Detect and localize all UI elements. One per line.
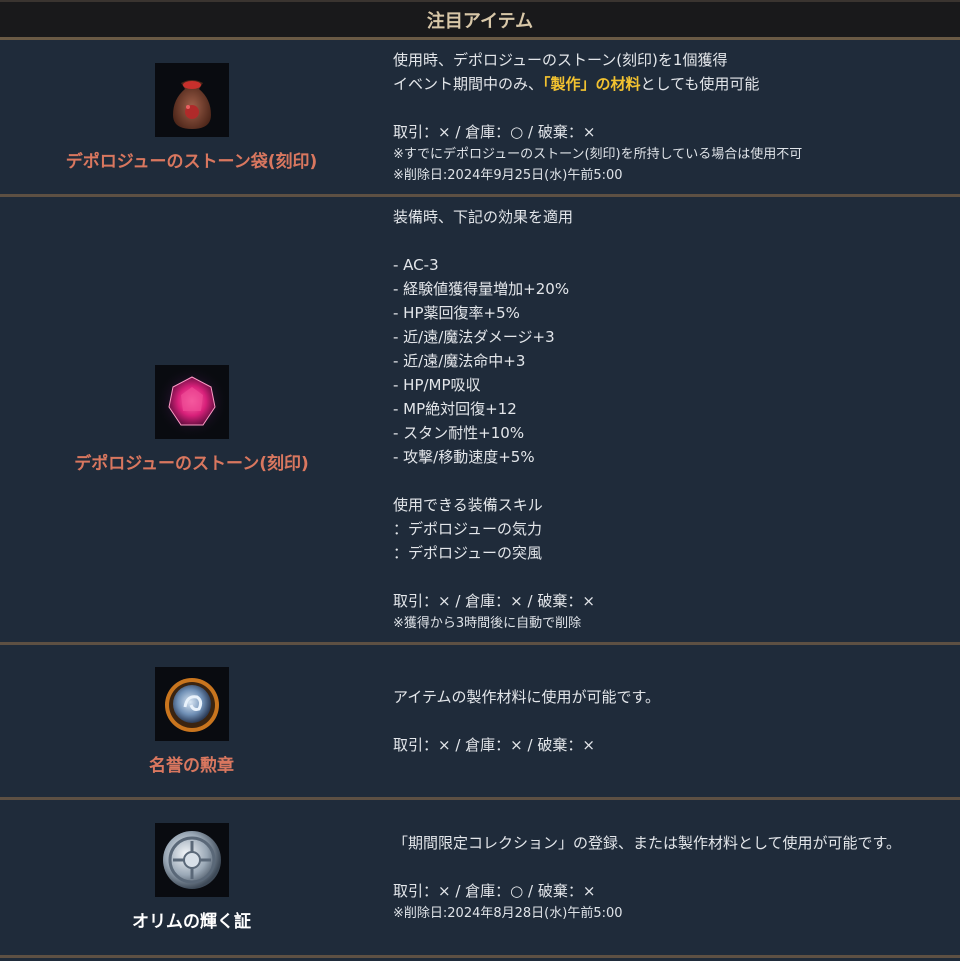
item-description: アイテムの製作材料に使用が可能です。 取引：× / 倉庫：× / 破棄：× [383, 645, 960, 797]
skill-line: ：デポロジューの気力 [393, 520, 542, 538]
effect-line: - 近/遠/魔法命中+3 [393, 352, 526, 370]
item-description: 「期間限定コレクション」の登録、または製作材料として使用が可能です。 取引：× … [383, 800, 960, 955]
effect-line: - 攻撃/移動速度+5% [393, 448, 535, 466]
trade-info: 取引：× / 倉庫：× / 破棄：× [393, 736, 595, 754]
skills-title: 使用できる装備スキル [393, 496, 543, 514]
item-cell: デポロジューのストーン袋(刻印) [0, 40, 383, 194]
coin-icon [154, 823, 229, 897]
item-description: 使用時、デポロジューのストーン(刻印)を1個獲得 イベント期間中のみ、「製作」の… [383, 40, 960, 194]
effect-line: - MP絶対回復+12 [393, 400, 517, 418]
effect-line: - スタン耐性+10% [393, 424, 525, 442]
effect-line: - 経験値獲得量増加+20% [393, 280, 570, 298]
effect-line: - AC-3 [393, 256, 439, 274]
desc-line: 「期間限定コレクション」の登録、または製作材料として使用が可能です。 [393, 834, 902, 852]
pouch-icon [154, 62, 229, 137]
section-title: 注目アイテム [426, 10, 534, 32]
skill-line: ：デポロジューの突風 [393, 544, 542, 562]
note-line: ※獲得から3時間後に自動で削除 [393, 616, 582, 631]
note-line: ※すでにデポロジューのストーン(刻印)を所持している場合は使用不可 [393, 147, 803, 162]
desc-line: アイテムの製作材料に使用が可能です。 [393, 688, 661, 706]
desc-text: としても使用可能 [640, 75, 760, 93]
effect-line: - HP薬回復率+5% [393, 304, 520, 322]
gem-icon [154, 365, 229, 439]
effect-line: - 近/遠/魔法ダメージ+3 [393, 328, 555, 346]
highlight-text: 「製作」の材料 [543, 75, 641, 93]
note-line: ※削除日:2024年8月28日(水)午前5:00 [393, 906, 623, 921]
item-name: デポロジューのストーン(刻印) [74, 454, 309, 474]
item-row-orim-proof: オリムの輝く証 「期間限定コレクション」の登録、または製作材料として使用が可能で… [0, 800, 960, 958]
desc-line: 使用時、デポロジューのストーン(刻印)を1個獲得 [393, 51, 728, 69]
medal-icon [154, 666, 229, 741]
note-line: ※削除日:2024年9月25日(水)午前5:00 [393, 168, 623, 183]
trade-info: 取引：× / 倉庫：× / 破棄：× [393, 592, 595, 610]
item-description: 装備時、下記の効果を適用 - AC-3 - 経験値獲得量増加+20% - HP薬… [383, 197, 960, 642]
item-cell: デポロジューのストーン(刻印) [0, 197, 383, 642]
item-row-stone-pouch: デポロジューのストーン袋(刻印) 使用時、デポロジューのストーン(刻印)を1個獲… [0, 40, 960, 197]
desc-line: 装備時、下記の効果を適用 [393, 208, 574, 226]
item-row-stone: デポロジューのストーン(刻印) 装備時、下記の効果を適用 - AC-3 - 経験… [0, 197, 960, 645]
desc-line: イベント期間中のみ、「製作」の材料としても使用可能 [393, 72, 960, 96]
item-cell: 名誉の勲章 [0, 645, 383, 797]
trade-info: 取引：× / 倉庫：○ / 破棄：× [393, 882, 596, 900]
item-name: デポロジューのストーン袋(刻印) [65, 151, 318, 172]
item-name: オリムの輝く証 [132, 912, 251, 932]
effect-line: - HP/MP吸収 [393, 376, 481, 394]
item-row-medal: 名誉の勲章 アイテムの製作材料に使用が可能です。 取引：× / 倉庫：× / 破… [0, 645, 960, 800]
item-name: 名誉の勲章 [149, 755, 234, 776]
trade-info: 取引：× / 倉庫：○ / 破棄：× [393, 123, 596, 141]
item-cell: オリムの輝く証 [0, 800, 383, 955]
section-header: 注目アイテム [0, 0, 960, 40]
desc-text: イベント期間中のみ、 [393, 75, 544, 93]
